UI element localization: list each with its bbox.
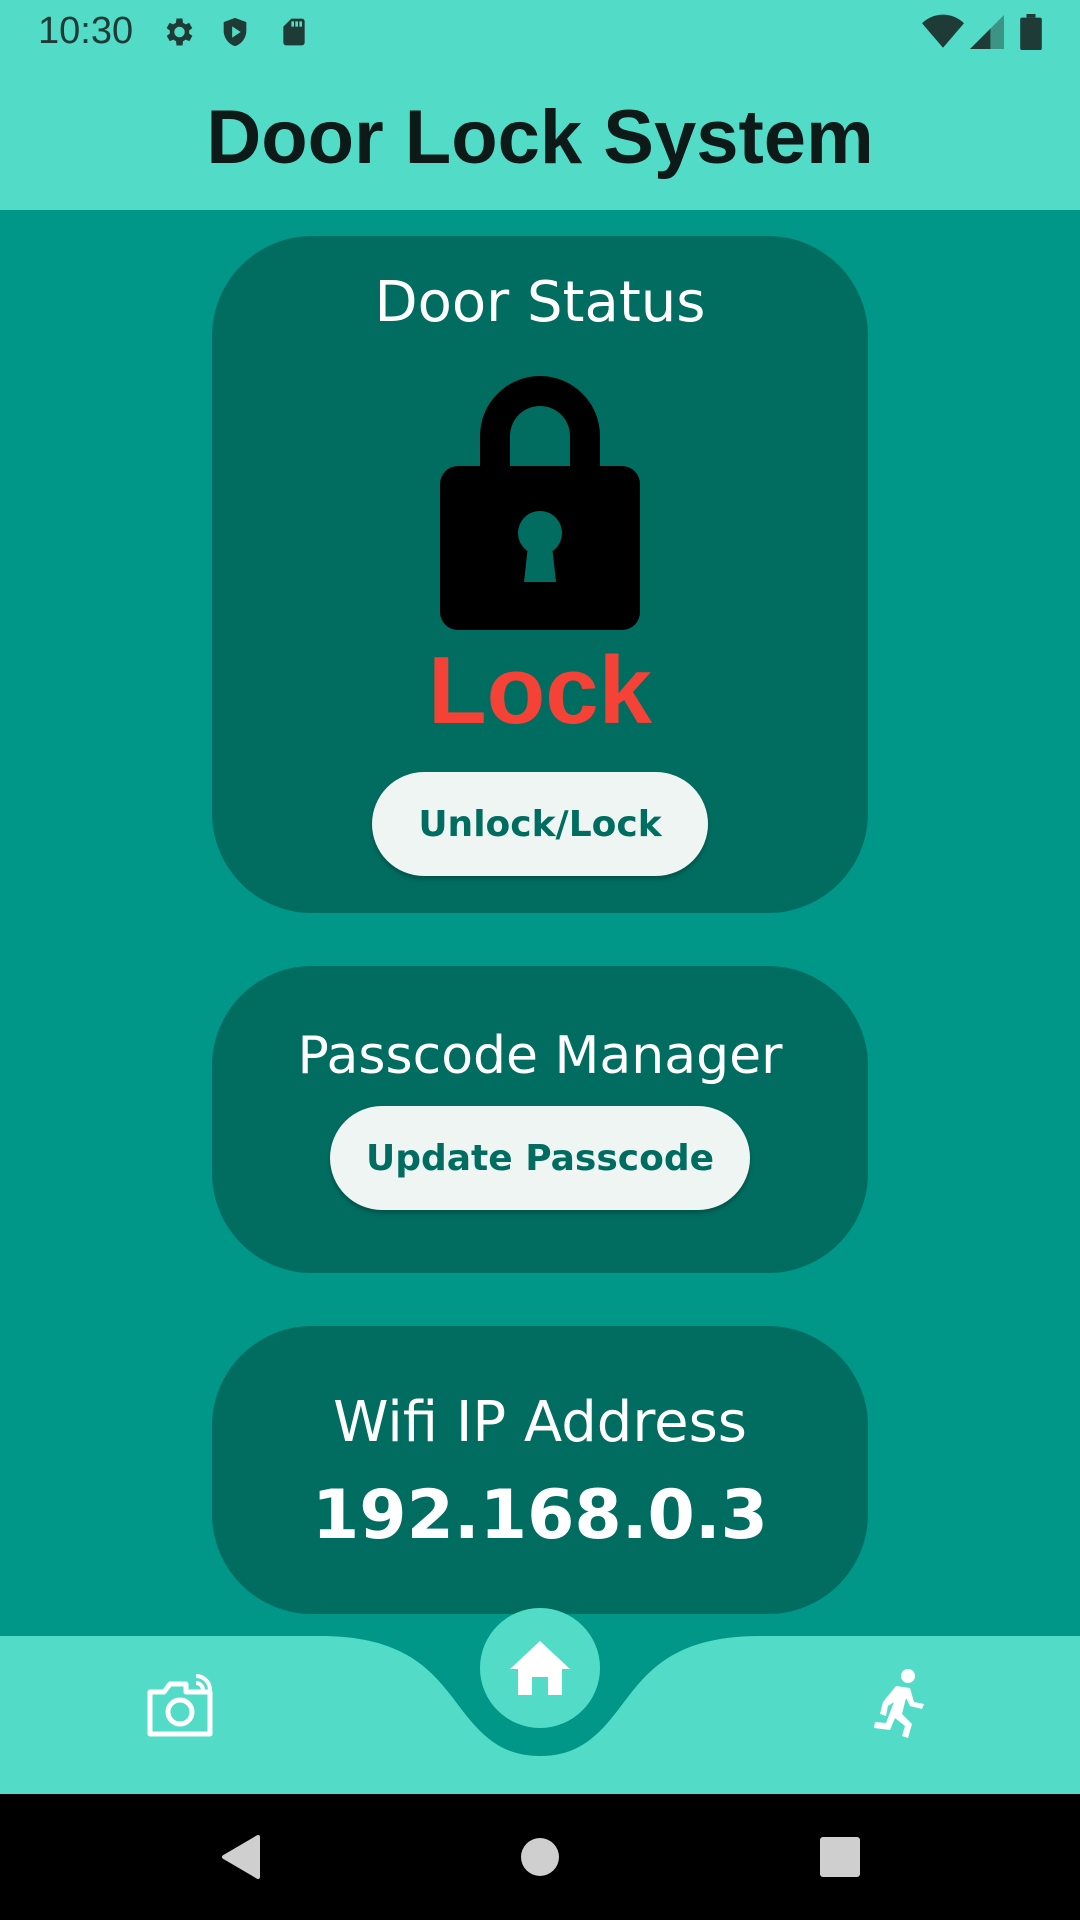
- settings-icon: [160, 14, 196, 55]
- unlock-lock-button[interactable]: Unlock/Lock: [372, 772, 708, 876]
- ip-address-value: 192.168.0.3: [311, 1476, 768, 1555]
- app-bar: Door Lock System: [0, 64, 1080, 210]
- recents-button[interactable]: [810, 1794, 870, 1920]
- sd-card-icon: [278, 14, 310, 55]
- home-nav-button[interactable]: [480, 1608, 600, 1728]
- recents-icon: [820, 1837, 860, 1877]
- passcode-manager-card: Passcode Manager Update Passcode: [212, 966, 868, 1273]
- update-passcode-button[interactable]: Update Passcode: [330, 1106, 750, 1210]
- door-status-card: Door Status Lock Unlock/Lock: [212, 236, 868, 913]
- wifi-ip-heading: Wifi IP Address: [333, 1390, 747, 1455]
- home-circle-icon: [521, 1838, 559, 1876]
- system-navigation-bar: [0, 1794, 1080, 1920]
- running-person-icon: [874, 1669, 924, 1738]
- camera-icon: [147, 1674, 213, 1737]
- status-bar: 10:30: [0, 0, 1080, 64]
- status-time: 10:30: [38, 10, 134, 52]
- padlock-icon: [440, 366, 640, 635]
- passcode-manager-heading: Passcode Manager: [297, 1026, 783, 1086]
- page-title: Door Lock System: [206, 94, 874, 180]
- back-button[interactable]: [210, 1794, 270, 1920]
- home-system-button[interactable]: [510, 1794, 570, 1920]
- door-status-heading: Door Status: [374, 270, 706, 335]
- activity-nav-button[interactable]: [858, 1664, 938, 1744]
- door-state-label: Lock: [427, 637, 653, 744]
- shield-icon: [218, 14, 252, 55]
- bottom-navigation: [0, 1600, 1080, 1794]
- camera-nav-button[interactable]: [140, 1666, 220, 1746]
- cell-signal-icon: [970, 14, 1004, 55]
- home-icon: [510, 1641, 570, 1695]
- wifi-icon: [922, 14, 964, 55]
- wifi-ip-card: Wifi IP Address 192.168.0.3: [212, 1326, 868, 1614]
- battery-icon: [1020, 14, 1042, 55]
- back-icon: [222, 1835, 260, 1879]
